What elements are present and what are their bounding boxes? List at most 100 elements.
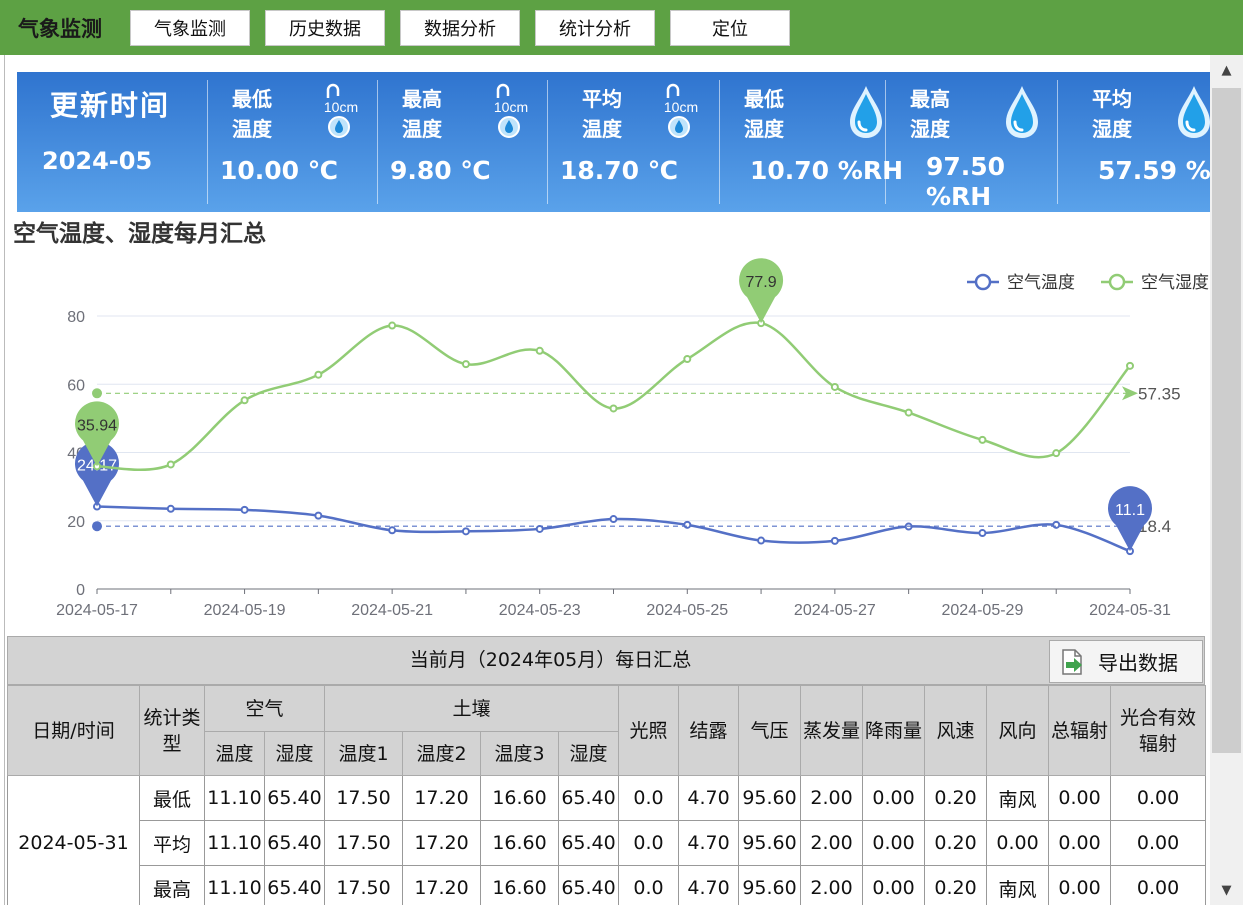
svg-text:10cm: 10cm (664, 99, 698, 115)
max-marker: 77.9 (739, 258, 784, 324)
nav-analysis-button[interactable]: 数据分析 (400, 10, 520, 46)
average-label: 57.35 (1138, 384, 1181, 403)
table-cell: 17.20 (402, 865, 482, 905)
table-cell: 0.20 (924, 820, 988, 866)
scroll-up-icon[interactable]: ▲ (1210, 55, 1243, 85)
table-caption: 当前月（2024年05月）每日汇总 (409, 649, 692, 671)
table-cell: 65.40 (263, 820, 326, 866)
header-soil-temp3: 温度3 (480, 731, 560, 776)
nav-statistics-button[interactable]: 统计分析 (535, 10, 655, 46)
top-bar: 气象监测 气象监测 历史数据 数据分析 统计分析 定位 (0, 0, 1243, 55)
table-cell: 65.40 (558, 865, 620, 905)
series-line (96, 505, 1131, 553)
table-cell: 17.50 (324, 775, 404, 821)
table-cell: 17.50 (324, 865, 404, 905)
table-cell: 0.00 (862, 865, 926, 905)
water-drop-icon (850, 86, 882, 138)
data-point (388, 321, 397, 330)
stat-label: 最高 湿度 (910, 87, 950, 141)
update-time-value: 2024-05 (42, 147, 153, 175)
vertical-scrollbar[interactable]: ▲ ▼ (1210, 55, 1243, 905)
header-air-humidity: 湿度 (263, 731, 326, 776)
water-drop-icon (1178, 86, 1210, 138)
table-caption-bar: 当前月（2024年05月）每日汇总 导出数据 (7, 636, 1205, 685)
nav-history-button[interactable]: 历史数据 (265, 10, 385, 46)
stat-card: 平均 温度 10cm 18.70 ℃ (560, 72, 724, 212)
update-time-label: 更新时间 (50, 89, 171, 122)
content-viewport: 更新时间 2024-05 最低 温度 10cm 10.00 ℃ 最高 温度 10cm 9.80… (4, 55, 1210, 905)
soil-thermometer-icon: 10cm (494, 83, 528, 138)
table-cell: 11.10 (204, 820, 265, 866)
stat-card: 最低 温度 10cm 10.00 ℃ (220, 72, 384, 212)
soil-thermometer-icon: 10cm (664, 83, 698, 138)
header-soil-temp1: 温度1 (324, 731, 404, 776)
export-data-label: 导出数据 (1098, 651, 1178, 675)
scrollbar-thumb[interactable] (1212, 88, 1241, 753)
stat-label: 平均 温度 (582, 87, 622, 141)
x-tick-label: 2024-05-29 (942, 602, 1024, 619)
table-cell: 0.00 (1048, 865, 1112, 905)
table-cell: 95.60 (738, 865, 802, 905)
x-tick-label: 2024-05-21 (351, 602, 433, 619)
header-air-temp: 温度 (204, 731, 265, 776)
stat-label: 最高 温度 (402, 87, 442, 141)
table-row: 平均 11.10 65.40 17.50 17.20 16.60 65.40 0.0 4.70 9… (8, 820, 1207, 866)
data-point (314, 370, 323, 379)
nav-weather-monitor-button[interactable]: 气象监测 (130, 10, 250, 46)
header-wind-direction: 风向 (986, 685, 1050, 776)
legend-label: 空气温度 (1007, 273, 1075, 292)
table-cell: 0.20 (924, 775, 988, 821)
table-cell: 2.00 (800, 820, 864, 866)
data-point (535, 524, 544, 533)
stat-label: 平均 湿度 (1092, 87, 1132, 141)
header-date: 日期/时间 (7, 685, 140, 776)
table-cell: 65.40 (263, 865, 326, 905)
legend-label: 空气湿度 (1141, 273, 1209, 292)
export-data-button[interactable]: 导出数据 (1049, 640, 1203, 683)
data-point (461, 527, 470, 536)
date-cell: 2024-05-31 (7, 775, 140, 905)
stat-label: 最低 湿度 (744, 87, 784, 141)
table-cell: 16.60 (480, 775, 560, 821)
stat-card: 最高 湿度 97.50 %RH (902, 72, 1062, 212)
data-point (757, 536, 766, 545)
table-row: 2024-05-31 最低 11.10 65.40 17.50 17.20 16.60 65.… (7, 775, 1207, 905)
table-cell: 65.40 (558, 775, 620, 821)
table-cell: 65.40 (263, 775, 326, 821)
table-cell: 南风 (986, 775, 1050, 821)
header-pressure: 气压 (738, 685, 802, 776)
table-cell: 95.60 (738, 775, 802, 821)
scroll-down-icon[interactable]: ▼ (1210, 875, 1243, 905)
table-cell: 0.00 (1110, 865, 1207, 905)
header-soil-humidity: 湿度 (558, 731, 620, 776)
soil-thermometer-icon: 10cm (324, 83, 358, 138)
table-cell: 17.50 (324, 820, 404, 866)
table-cell: 17.20 (402, 775, 482, 821)
export-icon (1062, 648, 1082, 675)
nav-location-button[interactable]: 定位 (670, 10, 790, 46)
data-point (1052, 449, 1061, 458)
water-drop-icon (1006, 86, 1038, 138)
stat-value: 10.00 ℃ (220, 156, 339, 185)
table-cell: 17.20 (402, 820, 482, 866)
table-cell: 16.60 (480, 865, 560, 905)
table-cell: 16.60 (480, 820, 560, 866)
table-cell: 0.0 (618, 865, 680, 905)
table-cell: 11.10 (204, 775, 265, 821)
stat-value: 18.70 ℃ (560, 156, 679, 185)
app-title: 气象监测 (18, 17, 102, 41)
x-tick-label: 2024-05-19 (204, 602, 286, 619)
header-soil: 土壤 (324, 685, 620, 732)
table-cell: 0.20 (924, 865, 988, 905)
stat-type-cell: 最高 (139, 865, 205, 905)
chart-panel: 空气温度、湿度每月汇总 0 20 40 60 80 2024-05-17 2024-05-1… (5, 212, 1210, 632)
header-stat-type: 统计类型 (139, 685, 205, 776)
header-light: 光照 (618, 685, 680, 776)
stats-banner: 更新时间 2024-05 最低 温度 10cm 10.00 ℃ 最高 温度 10cm 9.80… (17, 72, 1210, 212)
header-dew: 结露 (678, 685, 740, 776)
header-evaporation: 蒸发量 (800, 685, 864, 776)
data-point (978, 529, 987, 538)
series-line (96, 321, 1131, 472)
stat-value: 9.80 ℃ (390, 156, 491, 185)
table-cell: 0.00 (1048, 775, 1112, 821)
